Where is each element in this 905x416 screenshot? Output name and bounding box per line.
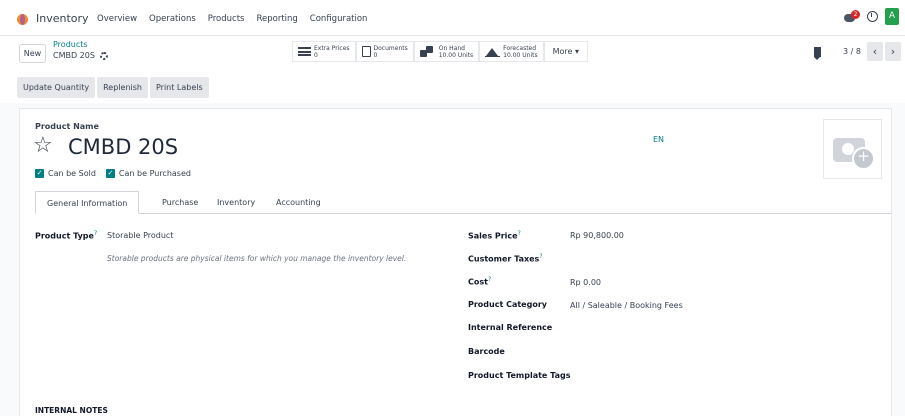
forecasted-button[interactable]: Forecasted 10.00 Units	[479, 41, 544, 62]
product-name-label: Product Name	[35, 122, 99, 131]
message-count-badge: 2	[851, 9, 860, 19]
breadcrumb-products[interactable]: Products	[53, 40, 88, 49]
action-bar: Update Quantity Replenish Print Labels	[17, 77, 209, 98]
forecasted-value: 10.00 Units	[503, 51, 538, 59]
cost-label: Cost?	[468, 276, 492, 287]
documents-value: 0	[373, 51, 378, 59]
more-button[interactable]: More ▾	[543, 41, 588, 62]
forecasted-label: Forecasted	[503, 44, 537, 52]
checkmark-icon: ✓	[35, 169, 44, 178]
on-hand-button[interactable]: On Hand 10.00 Units	[413, 41, 480, 62]
template-tags-label: Product Template Tags	[468, 371, 571, 380]
camera-icon	[833, 138, 875, 170]
tab-inventory[interactable]: Inventory	[206, 191, 266, 214]
breadcrumb-current: CMBD 20S	[53, 51, 95, 60]
cubes-icon	[419, 46, 436, 57]
can-be-purchased-checkbox[interactable]: ✓ Can be Purchased	[105, 169, 191, 178]
form-sheet: Product Name ☆ CMBD 20S EN ✓ Can be Sold…	[19, 108, 892, 416]
document-icon	[361, 46, 371, 57]
sales-price-label: Sales Price?	[468, 230, 521, 241]
can-be-sold-label: Can be Sold	[48, 169, 96, 178]
tab-general-information[interactable]: General Information	[35, 191, 140, 214]
user-avatar[interactable]: A	[885, 8, 899, 25]
can-be-sold-checkbox[interactable]: ✓ Can be Sold	[35, 169, 96, 178]
customer-taxes-label: Customer Taxes?	[468, 253, 543, 264]
product-flags: ✓ Can be Sold ✓ Can be Purchased	[35, 169, 191, 178]
star-icon[interactable]: ☆	[33, 133, 53, 159]
app-logo-icon[interactable]	[17, 14, 28, 25]
product-name-field[interactable]: CMBD 20S	[68, 133, 178, 161]
pager-next-button[interactable]: ›	[885, 42, 901, 61]
activity-clock-icon[interactable]	[867, 11, 878, 22]
menu-overview[interactable]: Overview	[97, 14, 137, 24]
sales-price-field[interactable]: Rp 90,800.00	[570, 231, 624, 240]
internal-reference-label: Internal Reference	[468, 323, 553, 332]
list-icon	[298, 47, 311, 56]
menu-products[interactable]: Products	[208, 14, 245, 24]
product-image-upload[interactable]	[823, 119, 882, 179]
help-tooltip-icon[interactable]: ?	[94, 230, 97, 237]
documents-label: Documents	[373, 44, 408, 52]
on-hand-value: 10.00 Units	[438, 51, 474, 59]
pager-previous-button[interactable]: ‹	[867, 42, 883, 61]
language-button[interactable]: EN	[653, 135, 664, 144]
top-navbar: Inventory Overview Operations Products R…	[0, 0, 905, 36]
can-be-purchased-label: Can be Purchased	[118, 169, 191, 178]
on-hand-label: On Hand	[438, 44, 465, 52]
menu-configuration[interactable]: Configuration	[310, 14, 368, 24]
product-type-note: Storable products are physical items for…	[107, 254, 407, 263]
tab-purchase[interactable]: Purchase	[151, 191, 209, 214]
tab-accounting[interactable]: Accounting	[265, 191, 332, 214]
replenish-button[interactable]: Replenish	[97, 77, 148, 98]
help-tooltip-icon[interactable]: ?	[488, 276, 491, 283]
help-tooltip-icon[interactable]: ?	[518, 230, 521, 237]
help-tooltip-icon[interactable]: ?	[539, 253, 542, 260]
menu-reporting[interactable]: Reporting	[256, 14, 297, 24]
internal-notes-heading: INTERNAL NOTES	[35, 406, 108, 415]
messages-icon[interactable]: 2	[844, 9, 860, 24]
checkmark-icon: ✓	[105, 169, 115, 178]
documents-button[interactable]: Documents 0	[355, 41, 414, 62]
product-type-label: Product Type?	[35, 230, 98, 241]
pager-value[interactable]: 3 / 8	[843, 47, 861, 56]
barcode-label: Barcode	[468, 347, 505, 356]
print-labels-button[interactable]: Print Labels	[149, 77, 209, 98]
control-panel: New Products CMBD 20S Extra Prices 0 Docu…	[0, 37, 905, 73]
menu-operations[interactable]: Operations	[149, 14, 196, 24]
main-menu: Overview Operations Products Reporting C…	[97, 14, 367, 24]
app-name[interactable]: Inventory	[36, 12, 89, 25]
product-category-label: Product Category	[468, 300, 547, 309]
update-quantity-button[interactable]: Update Quantity	[17, 77, 96, 98]
systray: 2 A	[844, 8, 899, 25]
product-type-field[interactable]: Storable Product	[107, 231, 173, 240]
smart-buttons: Extra Prices 0 Documents 0 On Hand 10.00 Un…	[292, 41, 588, 62]
new-button[interactable]: New	[19, 44, 46, 63]
cost-field[interactable]: Rp 0.00	[570, 278, 601, 287]
gear-icon[interactable]	[100, 52, 108, 60]
bookmark-icon[interactable]	[814, 47, 821, 60]
notebook-tabs: General Information Purchase Inventory A…	[35, 191, 892, 214]
area-chart-icon	[485, 47, 501, 57]
extra-prices-label: Extra Prices	[314, 44, 350, 52]
product-category-field[interactable]: All / Saleable / Booking Fees	[570, 301, 683, 310]
extra-prices-value: 0	[314, 51, 318, 59]
extra-prices-button[interactable]: Extra Prices 0	[292, 41, 356, 62]
